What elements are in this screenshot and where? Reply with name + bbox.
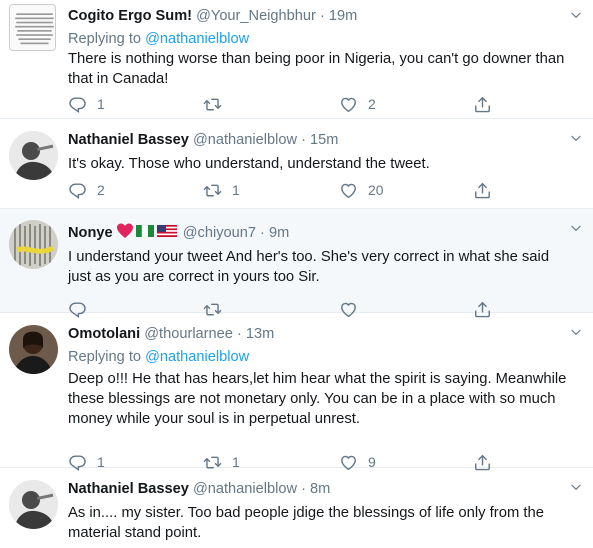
tweet-time[interactable]: 15m <box>310 132 338 148</box>
share-icon <box>473 95 492 114</box>
reply-icon <box>68 95 87 114</box>
tweet-reply[interactable]: Cogito Ergo Sum! @Your_Neighbhur · 19m R… <box>0 0 593 119</box>
like-button[interactable]: 20 <box>339 180 384 200</box>
tweet-text-line: these blessings are not monetary only. Y… <box>68 391 556 407</box>
tweet-text-line: I understand your tweet And her's too. S… <box>68 249 550 265</box>
tweet-reply[interactable]: Omotolani @thourlarnee · 13m Replying to… <box>0 313 593 468</box>
replying-to: Replying to @nathanielblow <box>68 29 581 49</box>
tweet-text-line: It's okay. Those who understand, underst… <box>68 156 430 172</box>
tweet-text-line: Deep o!!! He that has hears,let him hear… <box>68 371 567 387</box>
tweet-header: Cogito Ergo Sum! @Your_Neighbhur · 19m <box>68 6 581 26</box>
author-handle[interactable]: @chiyoun7 <box>183 225 256 241</box>
tweet-header: Nathaniel Bassey @nathanielblow · 8m <box>68 479 581 499</box>
tweet-header: Nonye @chiyoun7 · 9m <box>68 223 581 243</box>
share-button[interactable] <box>473 180 492 200</box>
author-name[interactable]: Nathaniel Bassey <box>68 481 189 497</box>
tweet-time[interactable]: 13m <box>246 326 274 342</box>
reply-button[interactable]: 2 <box>68 180 105 200</box>
author-handle[interactable]: @nathanielblow <box>193 481 297 497</box>
tweet-text-line: that in Canada! <box>68 71 169 87</box>
retweet-count: 1 <box>232 182 240 198</box>
tweet-text: It's okay. Those who understand, underst… <box>68 154 581 174</box>
retweet-button[interactable]: 1 <box>203 180 240 200</box>
dot-separator: · <box>236 326 242 342</box>
avatar[interactable] <box>9 220 58 269</box>
tweet-text-line: just as you are correct in yours too Sir… <box>68 269 320 285</box>
reply-icon <box>68 181 87 200</box>
tweet-header: Nathaniel Bassey @nathanielblow · 15m <box>68 130 581 150</box>
dot-separator: · <box>301 132 306 148</box>
mention-link[interactable]: @nathanielblow <box>145 349 249 365</box>
retweet-button[interactable] <box>203 94 232 114</box>
author-name[interactable]: Nonye <box>68 225 113 241</box>
reply-button[interactable]: 1 <box>68 94 105 114</box>
name-emoji-flags <box>116 223 179 245</box>
tweet-header: Omotolani @thourlarnee · 13m <box>68 324 581 344</box>
share-icon <box>473 181 492 200</box>
dot-separator: · <box>319 8 325 24</box>
author-handle[interactable]: @thourlarnee <box>144 326 233 342</box>
tweet-actions: 2 1 20 <box>68 180 488 200</box>
tweet-reply[interactable]: Nathaniel Bassey @nathanielblow · 8m As … <box>0 468 593 548</box>
tweet-text-line: There is nothing worse than being poor i… <box>68 51 565 67</box>
avatar[interactable] <box>9 4 56 51</box>
tweet-time[interactable]: 19m <box>329 8 357 24</box>
retweet-icon <box>203 181 222 200</box>
tweet-text: As in.... my sister. Too bad people jdig… <box>68 503 581 543</box>
dot-separator: · <box>260 225 265 241</box>
replying-to: Replying to @nathanielblow <box>68 347 581 367</box>
tweet-reply[interactable]: Nathaniel Bassey @nathanielblow · 15m It… <box>0 119 593 209</box>
heart-icon <box>339 181 358 200</box>
like-button[interactable]: 2 <box>339 94 376 114</box>
like-count: 2 <box>368 96 376 112</box>
like-count: 20 <box>368 182 384 198</box>
tweet-time[interactable]: 8m <box>310 481 330 497</box>
avatar[interactable] <box>9 480 58 529</box>
tweet-reply[interactable]: Nonye @chiyoun7 · 9m I understand your t… <box>0 209 593 313</box>
tweet-text: There is nothing worse than being poor i… <box>68 49 581 89</box>
share-button[interactable] <box>473 94 492 114</box>
replying-label: Replying to <box>68 349 142 365</box>
reply-count: 2 <box>97 182 105 198</box>
author-handle[interactable]: @nathanielblow <box>193 132 297 148</box>
author-name[interactable]: Omotolani <box>68 326 140 342</box>
heart-icon <box>339 95 358 114</box>
replying-label: Replying to <box>68 31 142 47</box>
tweet-text: Deep o!!! He that has hears,let him hear… <box>68 369 581 429</box>
tweet-text: I understand your tweet And her's too. S… <box>68 247 581 287</box>
retweet-icon <box>203 95 222 114</box>
dot-separator: · <box>301 481 306 497</box>
avatar[interactable] <box>9 325 58 374</box>
tweet-text-line: As in.... my sister. Too bad people jdig… <box>68 505 544 521</box>
tweet-text-line: money while your soul is in perpetual un… <box>68 411 360 427</box>
tweet-actions: 1 2 <box>68 94 488 114</box>
heart-flag-emoji-icon <box>116 223 177 238</box>
reply-count: 1 <box>97 96 105 112</box>
tweet-text-line: material stand point. <box>68 525 202 541</box>
author-name[interactable]: Nathaniel Bassey <box>68 132 189 148</box>
author-name[interactable]: Cogito Ergo Sum! <box>68 8 192 24</box>
mention-link[interactable]: @nathanielblow <box>145 31 249 47</box>
avatar[interactable] <box>9 131 58 180</box>
author-handle[interactable]: @Your_Neighbhur <box>196 8 316 24</box>
tweet-time[interactable]: 9m <box>269 225 289 241</box>
reply-thread: Cogito Ergo Sum! @Your_Neighbhur · 19m R… <box>0 0 593 548</box>
